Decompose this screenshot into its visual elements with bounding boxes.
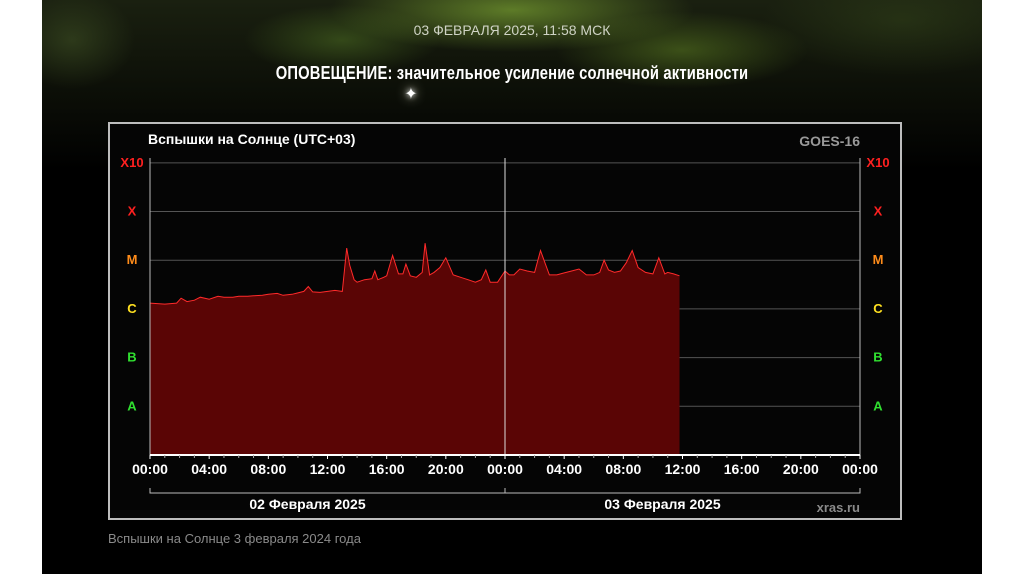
date-label: 03 Февраля 2025 xyxy=(604,496,720,512)
x-tick-label: 04:00 xyxy=(546,461,582,477)
x-tick-label: 04:00 xyxy=(191,461,227,477)
x-tick-label: 08:00 xyxy=(605,461,641,477)
x-tick-label: 20:00 xyxy=(783,461,819,477)
x-tick-label: 00:00 xyxy=(132,461,168,477)
star-icon: ✦ xyxy=(404,86,418,103)
alert-text: значительное усиление солнечной активнос… xyxy=(392,63,749,83)
chart-caption: Вспышки на Солнце 3 февраля 2024 года xyxy=(108,531,361,546)
x-tick-label: 20:00 xyxy=(428,461,464,477)
y-tick-label-left: B xyxy=(127,350,136,365)
date-label: 02 Февраля 2025 xyxy=(249,496,365,512)
x-tick-label: 00:00 xyxy=(842,461,878,477)
x-tick-label: 12:00 xyxy=(310,461,346,477)
chart-source: GOES-16 xyxy=(799,133,860,149)
page-background: ✦ 03 ФЕВРАЛЯ 2025, 11:58 МСК ОПОВЕЩЕНИЕ:… xyxy=(42,0,982,574)
chart-title: Вспышки на Солнце (UTC+03) xyxy=(148,131,355,147)
x-tick-label: 16:00 xyxy=(724,461,760,477)
y-tick-label-right: X10 xyxy=(866,155,889,170)
x-tick-label: 08:00 xyxy=(250,461,286,477)
alert-banner: ОПОВЕЩЕНИЕ: значительное усиление солнеч… xyxy=(127,63,898,84)
date-bracket xyxy=(149,488,506,494)
y-tick-label-right: X xyxy=(874,204,883,219)
y-tick-label-right: C xyxy=(873,301,883,316)
solar-flare-chart: Вспышки на Солнце (UTC+03) GOES-16 A A B B C C M… xyxy=(120,131,889,515)
flux-area xyxy=(150,243,680,455)
chart-credit: xras.ru xyxy=(817,500,860,515)
date-time: 03 ФЕВРАЛЯ 2025, 11:58 МСК xyxy=(413,22,611,38)
y-tick-label-left: A xyxy=(127,398,137,413)
date-bracket xyxy=(504,488,861,494)
alert-label: ОПОВЕЩЕНИЕ: xyxy=(275,63,393,83)
x-tick-label: 00:00 xyxy=(487,461,523,477)
y-tick-label-right: A xyxy=(873,398,883,413)
y-tick-label-left: X xyxy=(128,204,137,219)
chart-frame: Вспышки на Солнце (UTC+03) GOES-16 A A B B C C M… xyxy=(108,122,902,520)
y-tick-label-right: B xyxy=(873,350,882,365)
x-tick-label: 16:00 xyxy=(369,461,405,477)
y-tick-label-left: X10 xyxy=(120,155,143,170)
y-tick-label-left: M xyxy=(127,252,138,267)
y-tick-label-right: M xyxy=(873,252,884,267)
y-tick-label-left: C xyxy=(127,301,137,316)
x-tick-label: 12:00 xyxy=(665,461,701,477)
